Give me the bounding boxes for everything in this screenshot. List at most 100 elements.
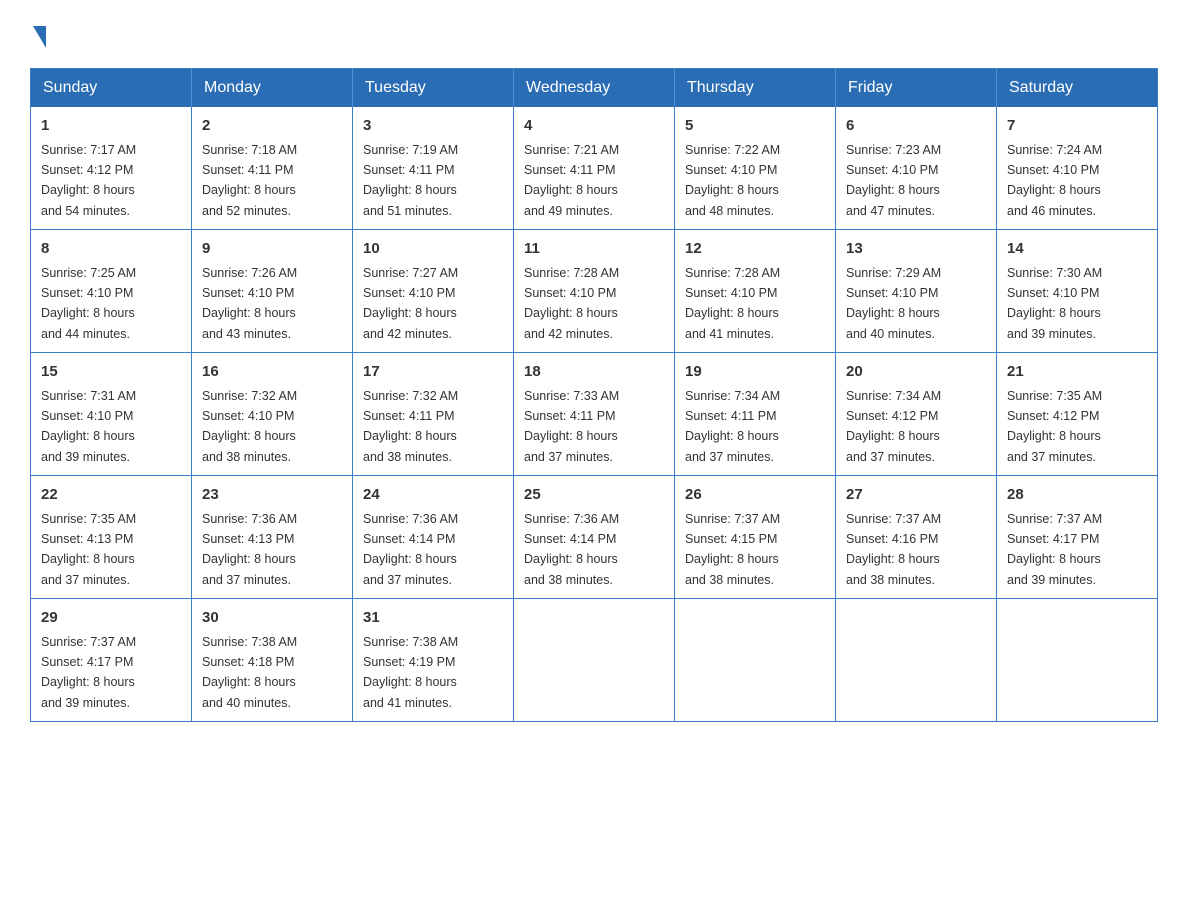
day-info: Sunrise: 7:28 AMSunset: 4:10 PMDaylight:… xyxy=(524,266,619,341)
calendar-cell: 16 Sunrise: 7:32 AMSunset: 4:10 PMDayligh… xyxy=(192,353,353,476)
calendar-cell: 8Sunrise: 7:25 AMSunset: 4:10 PMDaylight… xyxy=(31,230,192,353)
calendar-cell: 2 Sunrise: 7:18 AMSunset: 4:11 PMDaylight… xyxy=(192,107,353,230)
day-number: 9 xyxy=(202,238,342,261)
header xyxy=(30,20,1158,48)
logo xyxy=(30,20,46,48)
calendar-cell: 4 Sunrise: 7:21 AMSunset: 4:11 PMDaylight… xyxy=(514,107,675,230)
calendar-cell xyxy=(997,599,1158,722)
day-info: Sunrise: 7:35 AMSunset: 4:13 PMDaylight:… xyxy=(41,512,136,587)
calendar-table: SundayMondayTuesdayWednesdayThursdayFrid… xyxy=(30,68,1158,722)
calendar-cell: 19 Sunrise: 7:34 AMSunset: 4:11 PMDayligh… xyxy=(675,353,836,476)
day-number: 29 xyxy=(41,607,181,630)
calendar-cell xyxy=(836,599,997,722)
day-number: 17 xyxy=(363,361,503,384)
calendar-cell: 27 Sunrise: 7:37 AMSunset: 4:16 PMDayligh… xyxy=(836,476,997,599)
day-number: 7 xyxy=(1007,115,1147,138)
calendar-week-row: 8Sunrise: 7:25 AMSunset: 4:10 PMDaylight… xyxy=(31,230,1158,353)
day-number: 18 xyxy=(524,361,664,384)
day-info: Sunrise: 7:32 AMSunset: 4:10 PMDaylight:… xyxy=(202,389,297,464)
day-number: 14 xyxy=(1007,238,1147,261)
calendar-cell: 14 Sunrise: 7:30 AMSunset: 4:10 PMDayligh… xyxy=(997,230,1158,353)
day-info: Sunrise: 7:32 AMSunset: 4:11 PMDaylight:… xyxy=(363,389,458,464)
day-number: 16 xyxy=(202,361,342,384)
calendar-cell xyxy=(514,599,675,722)
day-info: Sunrise: 7:30 AMSunset: 4:10 PMDaylight:… xyxy=(1007,266,1102,341)
calendar-cell: 24 Sunrise: 7:36 AMSunset: 4:14 PMDayligh… xyxy=(353,476,514,599)
day-info: Sunrise: 7:31 AMSunset: 4:10 PMDaylight:… xyxy=(41,389,136,464)
calendar-cell: 29Sunrise: 7:37 AMSunset: 4:17 PMDayligh… xyxy=(31,599,192,722)
calendar-week-row: 1 Sunrise: 7:17 AMSunset: 4:12 PMDaylight… xyxy=(31,107,1158,230)
calendar-cell: 25 Sunrise: 7:36 AMSunset: 4:14 PMDayligh… xyxy=(514,476,675,599)
day-number: 27 xyxy=(846,484,986,507)
day-info: Sunrise: 7:21 AMSunset: 4:11 PMDaylight:… xyxy=(524,143,619,218)
calendar-header-friday: Friday xyxy=(836,69,997,108)
day-info: Sunrise: 7:18 AMSunset: 4:11 PMDaylight:… xyxy=(202,143,297,218)
calendar-cell: 30 Sunrise: 7:38 AMSunset: 4:18 PMDayligh… xyxy=(192,599,353,722)
day-info: Sunrise: 7:34 AMSunset: 4:11 PMDaylight:… xyxy=(685,389,780,464)
day-info: Sunrise: 7:38 AMSunset: 4:18 PMDaylight:… xyxy=(202,635,297,710)
day-number: 30 xyxy=(202,607,342,630)
day-number: 20 xyxy=(846,361,986,384)
day-info: Sunrise: 7:36 AMSunset: 4:14 PMDaylight:… xyxy=(363,512,458,587)
day-number: 5 xyxy=(685,115,825,138)
day-info: Sunrise: 7:22 AMSunset: 4:10 PMDaylight:… xyxy=(685,143,780,218)
calendar-cell: 21 Sunrise: 7:35 AMSunset: 4:12 PMDayligh… xyxy=(997,353,1158,476)
calendar-cell: 23Sunrise: 7:36 AMSunset: 4:13 PMDayligh… xyxy=(192,476,353,599)
calendar-cell: 15 Sunrise: 7:31 AMSunset: 4:10 PMDayligh… xyxy=(31,353,192,476)
day-number: 31 xyxy=(363,607,503,630)
calendar-cell: 28 Sunrise: 7:37 AMSunset: 4:17 PMDayligh… xyxy=(997,476,1158,599)
day-number: 15 xyxy=(41,361,181,384)
day-number: 2 xyxy=(202,115,342,138)
calendar-cell: 6 Sunrise: 7:23 AMSunset: 4:10 PMDaylight… xyxy=(836,107,997,230)
day-number: 23 xyxy=(202,484,342,507)
calendar-week-row: 15 Sunrise: 7:31 AMSunset: 4:10 PMDayligh… xyxy=(31,353,1158,476)
day-number: 28 xyxy=(1007,484,1147,507)
day-info: Sunrise: 7:37 AMSunset: 4:16 PMDaylight:… xyxy=(846,512,941,587)
day-info: Sunrise: 7:37 AMSunset: 4:17 PMDaylight:… xyxy=(1007,512,1102,587)
day-info: Sunrise: 7:33 AMSunset: 4:11 PMDaylight:… xyxy=(524,389,619,464)
calendar-cell xyxy=(675,599,836,722)
day-number: 1 xyxy=(41,115,181,138)
calendar-header-row: SundayMondayTuesdayWednesdayThursdayFrid… xyxy=(31,69,1158,108)
day-info: Sunrise: 7:35 AMSunset: 4:12 PMDaylight:… xyxy=(1007,389,1102,464)
calendar-cell: 22Sunrise: 7:35 AMSunset: 4:13 PMDayligh… xyxy=(31,476,192,599)
calendar-header-tuesday: Tuesday xyxy=(353,69,514,108)
calendar-header-wednesday: Wednesday xyxy=(514,69,675,108)
calendar-cell: 1 Sunrise: 7:17 AMSunset: 4:12 PMDaylight… xyxy=(31,107,192,230)
day-number: 24 xyxy=(363,484,503,507)
day-number: 4 xyxy=(524,115,664,138)
calendar-cell: 12Sunrise: 7:28 AMSunset: 4:10 PMDayligh… xyxy=(675,230,836,353)
day-info: Sunrise: 7:29 AMSunset: 4:10 PMDaylight:… xyxy=(846,266,941,341)
calendar-header-monday: Monday xyxy=(192,69,353,108)
calendar-cell: 11Sunrise: 7:28 AMSunset: 4:10 PMDayligh… xyxy=(514,230,675,353)
day-info: Sunrise: 7:27 AMSunset: 4:10 PMDaylight:… xyxy=(363,266,458,341)
day-number: 25 xyxy=(524,484,664,507)
calendar-week-row: 22Sunrise: 7:35 AMSunset: 4:13 PMDayligh… xyxy=(31,476,1158,599)
day-info: Sunrise: 7:23 AMSunset: 4:10 PMDaylight:… xyxy=(846,143,941,218)
day-info: Sunrise: 7:17 AMSunset: 4:12 PMDaylight:… xyxy=(41,143,136,218)
day-info: Sunrise: 7:24 AMSunset: 4:10 PMDaylight:… xyxy=(1007,143,1102,218)
calendar-cell: 31 Sunrise: 7:38 AMSunset: 4:19 PMDayligh… xyxy=(353,599,514,722)
day-number: 12 xyxy=(685,238,825,261)
day-info: Sunrise: 7:37 AMSunset: 4:15 PMDaylight:… xyxy=(685,512,780,587)
calendar-cell: 9 Sunrise: 7:26 AMSunset: 4:10 PMDaylight… xyxy=(192,230,353,353)
day-number: 19 xyxy=(685,361,825,384)
day-info: Sunrise: 7:36 AMSunset: 4:14 PMDaylight:… xyxy=(524,512,619,587)
calendar-header-sunday: Sunday xyxy=(31,69,192,108)
day-number: 8 xyxy=(41,238,181,261)
day-info: Sunrise: 7:26 AMSunset: 4:10 PMDaylight:… xyxy=(202,266,297,341)
day-number: 3 xyxy=(363,115,503,138)
day-info: Sunrise: 7:19 AMSunset: 4:11 PMDaylight:… xyxy=(363,143,458,218)
day-number: 13 xyxy=(846,238,986,261)
day-number: 6 xyxy=(846,115,986,138)
day-info: Sunrise: 7:34 AMSunset: 4:12 PMDaylight:… xyxy=(846,389,941,464)
calendar-week-row: 29Sunrise: 7:37 AMSunset: 4:17 PMDayligh… xyxy=(31,599,1158,722)
day-number: 21 xyxy=(1007,361,1147,384)
day-info: Sunrise: 7:38 AMSunset: 4:19 PMDaylight:… xyxy=(363,635,458,710)
day-number: 26 xyxy=(685,484,825,507)
calendar-cell: 3 Sunrise: 7:19 AMSunset: 4:11 PMDaylight… xyxy=(353,107,514,230)
logo-triangle-icon xyxy=(33,26,46,48)
calendar-cell: 13 Sunrise: 7:29 AMSunset: 4:10 PMDayligh… xyxy=(836,230,997,353)
calendar-header-thursday: Thursday xyxy=(675,69,836,108)
calendar-header-saturday: Saturday xyxy=(997,69,1158,108)
